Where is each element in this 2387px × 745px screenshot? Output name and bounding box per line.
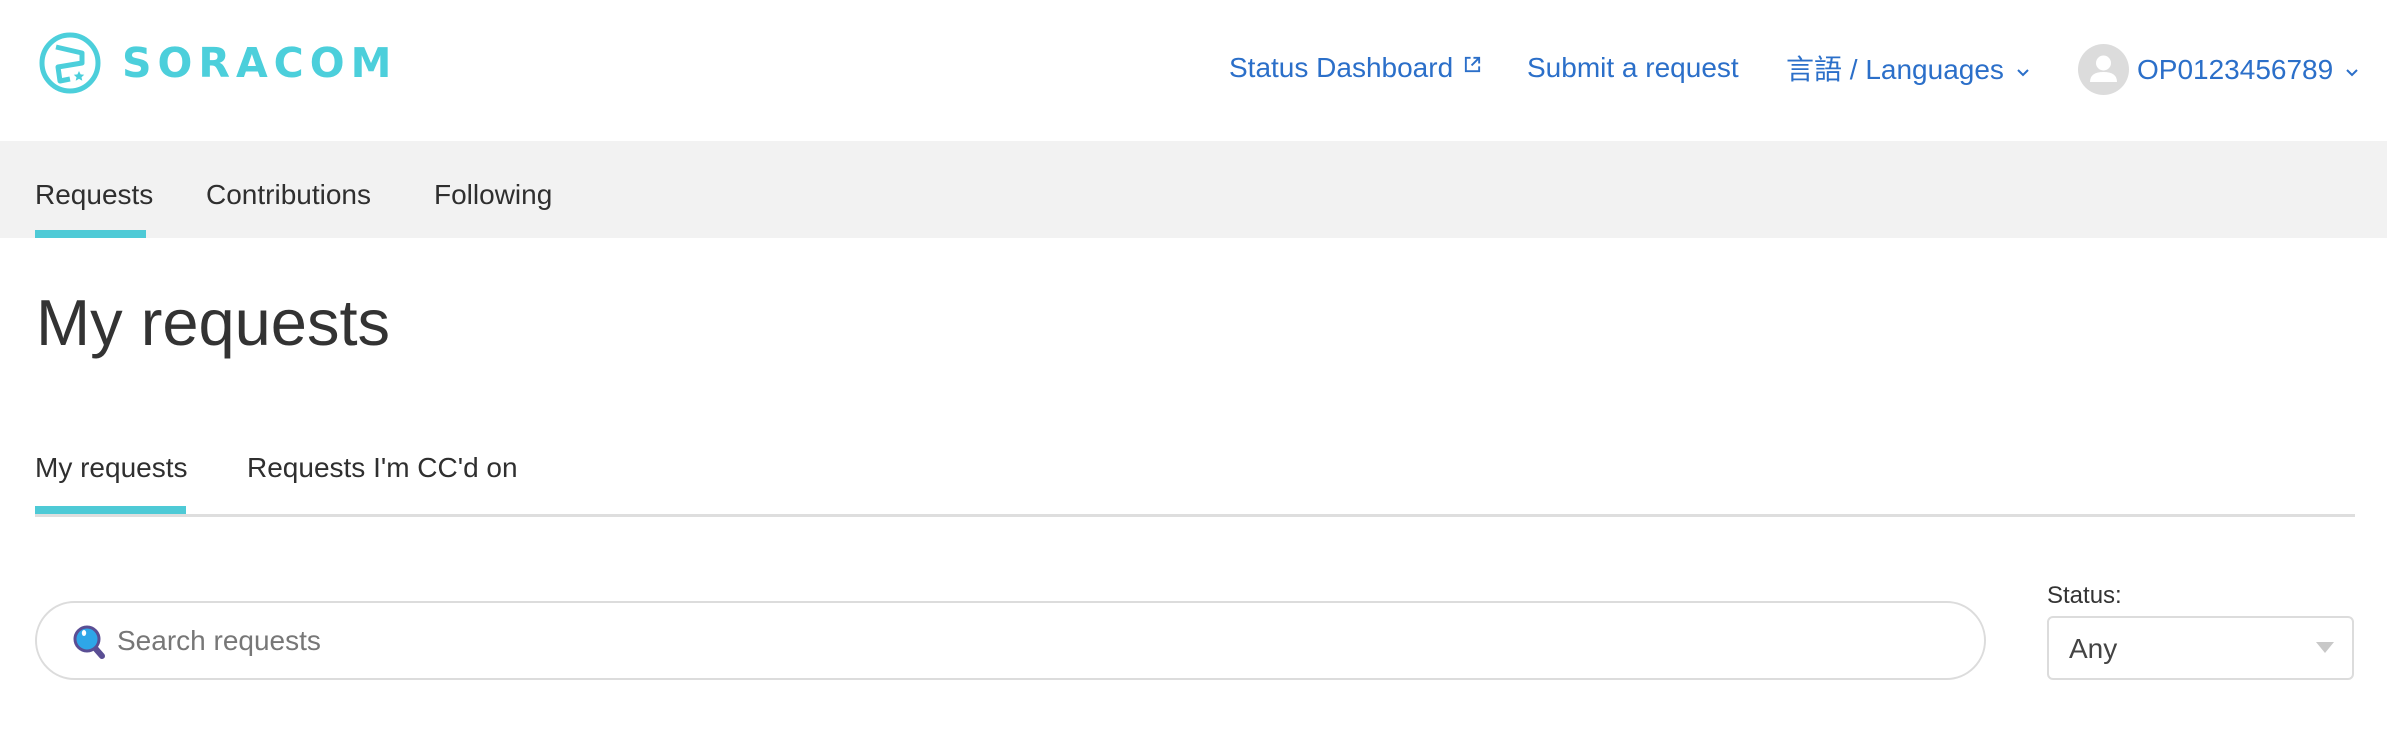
tab-my-requests[interactable]: My requests xyxy=(35,450,188,486)
brand-name: SORACOM xyxy=(122,38,398,87)
magnifier-icon xyxy=(73,625,105,659)
submit-request-label: Submit a request xyxy=(1527,52,1739,83)
tab-active-indicator xyxy=(35,506,186,514)
chevron-down-icon xyxy=(2346,68,2358,76)
subnav-contributions[interactable]: Contributions xyxy=(206,177,371,213)
brand-logo-link[interactable]: SORACOM xyxy=(38,31,397,95)
tab-cc-requests[interactable]: Requests I'm CC'd on xyxy=(247,450,518,486)
language-menu[interactable]: 言語 / Languages xyxy=(1786,52,2030,88)
request-tabs: My requests Requests I'm CC'd on xyxy=(35,440,2355,518)
dropdown-arrow-icon xyxy=(2316,642,2334,653)
sub-navigation: Requests Contributions Following xyxy=(0,141,2387,238)
page-title: My requests xyxy=(36,286,391,359)
status-filter-label: Status: xyxy=(2047,582,2122,609)
subnav-active-indicator xyxy=(35,230,146,238)
subnav-requests[interactable]: Requests xyxy=(35,177,153,213)
status-dashboard-label: Status Dashboard xyxy=(1229,52,1454,83)
user-avatar-icon xyxy=(2090,55,2117,82)
status-dashboard-link[interactable]: Status Dashboard xyxy=(1229,50,1482,86)
submit-request-link[interactable]: Submit a request xyxy=(1527,50,1739,86)
search-input[interactable] xyxy=(117,603,1957,678)
user-name: OP0123456789 xyxy=(2137,54,2334,85)
site-header: SORACOM Status Dashboard Submit a reques… xyxy=(0,0,2387,141)
chevron-down-icon xyxy=(2017,68,2029,76)
subnav-following[interactable]: Following xyxy=(434,177,552,213)
soracom-logo-icon xyxy=(39,32,101,94)
language-label: 言語 / Languages xyxy=(1786,54,2004,85)
user-avatar[interactable] xyxy=(2078,44,2129,95)
user-menu[interactable]: OP0123456789 xyxy=(2137,52,2359,88)
tabs-divider xyxy=(35,514,2355,517)
search-box xyxy=(35,601,1986,680)
external-link-icon xyxy=(1465,56,1481,72)
status-filter-select[interactable]: Any xyxy=(2047,616,2354,680)
status-selected-value: Any xyxy=(2069,633,2118,664)
